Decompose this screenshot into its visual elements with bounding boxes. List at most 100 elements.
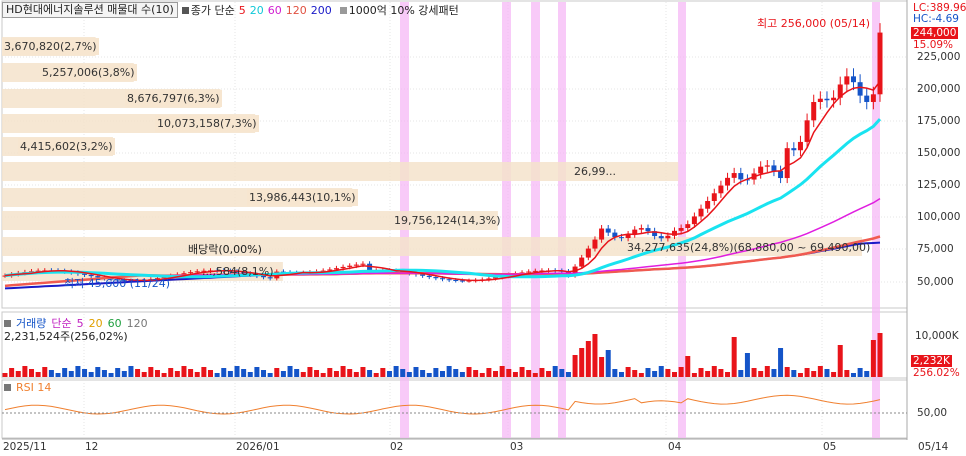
- candle-body: [718, 185, 724, 194]
- rsi-line: [4, 394, 881, 415]
- candle-body: [665, 235, 671, 239]
- volume-bar: [565, 372, 571, 377]
- volume-value: 2,231,524주(256,02%): [4, 330, 128, 343]
- volume-profile-label: 26,99...: [574, 165, 616, 178]
- candle-body: [459, 280, 465, 282]
- ma-20-label: 20: [249, 3, 264, 17]
- candle-body: [433, 277, 439, 279]
- candle-body: [618, 237, 624, 239]
- volume-bar: [811, 371, 817, 377]
- volume-bar: [115, 368, 121, 377]
- volume-bar: [188, 369, 194, 377]
- volume-bar: [181, 366, 187, 377]
- volume-bar: [15, 371, 21, 377]
- volume-bar: [82, 369, 88, 377]
- x-tick: 12: [85, 441, 99, 453]
- volume-bar: [532, 373, 538, 377]
- volume-bar: [128, 366, 134, 377]
- volume-bar: [546, 371, 552, 377]
- volume-bar: [804, 368, 810, 377]
- volume-bar: [141, 372, 147, 377]
- volume-current-tag: 2,232K: [911, 355, 952, 367]
- volume-bar: [459, 372, 465, 377]
- stock-chart-window[interactable]: HD현대에너지솔루션 매물대 수(10) 종가 단순 5 20 60 120 2…: [0, 0, 966, 456]
- candle-body: [758, 166, 764, 174]
- volume-bar: [380, 368, 386, 377]
- candle-body: [678, 228, 684, 231]
- candle-body: [764, 165, 770, 167]
- stock-name-box[interactable]: HD현대에너지솔루션 매물대 수(10): [2, 2, 178, 18]
- change-pct-tag: 15.09%: [913, 39, 954, 51]
- volume-bar: [314, 370, 320, 377]
- candle-body: [864, 95, 870, 102]
- volume-bar: [22, 366, 28, 377]
- candle-body: [685, 224, 691, 229]
- volume-bar: [738, 370, 744, 377]
- volume-bar: [446, 366, 452, 377]
- candle-body: [453, 280, 459, 282]
- x-tick: 2025/11: [3, 441, 47, 453]
- volume-bar: [121, 371, 127, 377]
- candle-body: [824, 98, 830, 101]
- volume-bar: [95, 367, 101, 377]
- candle-body: [440, 278, 445, 280]
- volume-bar: [360, 367, 366, 377]
- candle-body: [658, 236, 664, 239]
- volume-bar: [29, 369, 35, 377]
- volume-profile-label: 13,986,443(10,1%): [247, 189, 358, 206]
- volume-bar: [526, 370, 532, 377]
- hc-value: HC:-4.69: [913, 13, 959, 25]
- volume-bar: [718, 369, 724, 377]
- volume-bar: [870, 340, 876, 377]
- price-tick: 150,000: [917, 147, 961, 159]
- volume-bar: [599, 357, 605, 377]
- candle-body: [857, 82, 863, 96]
- volume-bar: [672, 372, 678, 377]
- volume-bar: [844, 370, 850, 377]
- volume-bar: [426, 373, 432, 377]
- candle-body: [725, 177, 731, 186]
- volume-bar: [758, 371, 764, 377]
- volume-bar: [148, 367, 154, 377]
- price-tick: 125,000: [917, 179, 961, 191]
- ma-120-label: 120: [285, 3, 307, 17]
- volume-bar: [618, 372, 624, 377]
- volume-bar: [493, 371, 499, 377]
- volume-bar: [294, 369, 300, 377]
- volume-bar: [307, 367, 313, 377]
- volume-bar: [373, 373, 379, 377]
- volume-profile-label: 19,756,124(14,3%): [394, 214, 501, 227]
- volume-bar: [771, 369, 777, 377]
- volume-bar: [333, 371, 339, 377]
- volume-bar: [108, 373, 114, 377]
- volume-bar: [638, 373, 644, 377]
- volume-bar: [572, 355, 578, 377]
- volume-bar: [440, 371, 445, 377]
- candle-body: [645, 228, 651, 232]
- candle-body: [817, 98, 823, 103]
- volume-bar: [744, 353, 750, 377]
- candle-body: [691, 216, 697, 225]
- volume-bar: [831, 372, 837, 377]
- volume-bar: [824, 369, 830, 377]
- volume-profile-label: 8,676,797(6,3%): [125, 90, 222, 107]
- volume-bar: [519, 367, 525, 377]
- x-tick: 02: [390, 441, 404, 453]
- volume-profile-label: 4,415,602(3,2%): [18, 138, 115, 155]
- volume-bar: [406, 372, 412, 377]
- volume-bar: [386, 371, 392, 377]
- x-tick: 2026/01: [236, 441, 280, 453]
- volume-bar: [552, 366, 558, 377]
- volume-bar: [101, 370, 107, 377]
- candle-body: [831, 97, 837, 101]
- candle-body: [870, 94, 876, 102]
- candle-body: [791, 148, 797, 151]
- candle-body: [738, 173, 744, 180]
- volume-bar: [632, 370, 638, 377]
- volume-bar: [393, 366, 399, 377]
- price-tick: 200,000: [917, 83, 961, 95]
- candle-body: [605, 228, 611, 233]
- volume-bar: [579, 348, 585, 377]
- volume-bar: [274, 368, 280, 377]
- candle-body: [804, 120, 810, 142]
